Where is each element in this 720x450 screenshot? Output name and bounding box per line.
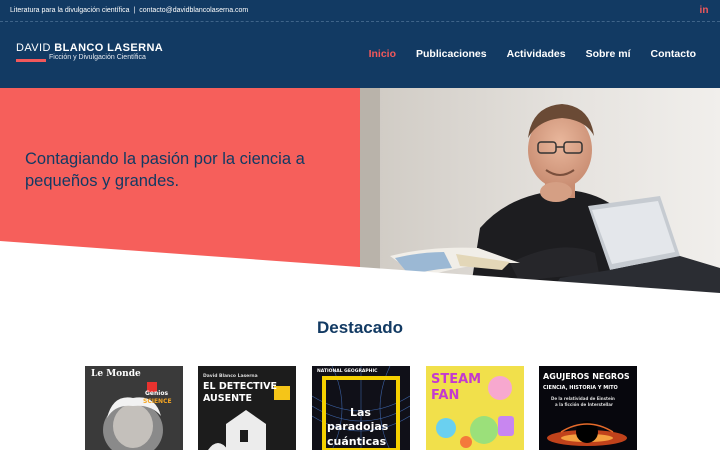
nav-inicio[interactable]: Inicio <box>369 48 396 60</box>
main-nav: Inicio Publicaciones Actividades Sobre m… <box>369 48 696 60</box>
book-4-title-2: FAN <box>431 388 460 403</box>
nav-sobre-mi[interactable]: Sobre mí <box>586 48 631 60</box>
top-bar: Literatura para la divulgación científic… <box>0 0 720 22</box>
book-3-title-2: paradojas <box>327 420 389 433</box>
book-cover-el-detective-ausente[interactable]: David Blanco Laserna EL DETECTIVE AUSENT… <box>198 366 296 450</box>
logo-tagline: Ficción y Divulgación Científica <box>49 54 146 61</box>
book-5-tagline-2: a la ficción de Interstellar <box>555 402 613 407</box>
topbar-email[interactable]: contacto@davidblancolaserna.com <box>139 7 248 14</box>
site-header: DAVID BLANCO LASERNA Ficción y Divulgaci… <box>0 22 720 88</box>
book-3-publisher: NATIONAL GEOGRAPHIC <box>317 369 378 374</box>
book-cover-agujeros-negros[interactable]: AGUJEROS NEGROS CIENCIA, HISTORIA Y MITO… <box>539 366 637 450</box>
book-5-tagline-1: De la relatividad de Einstein <box>551 396 615 401</box>
site-logo[interactable]: DAVID BLANCO LASERNA Ficción y Divulgaci… <box>16 42 163 62</box>
logo-name: DAVID BLANCO LASERNA <box>16 42 163 54</box>
book-2-author: David Blanco Laserna <box>203 374 258 379</box>
book-3-title-1: Las <box>350 406 371 419</box>
logo-last-name: BLANCO LASERNA <box>54 42 164 54</box>
book-1-science: SCIENCE <box>143 398 172 405</box>
book-1-masthead: Le Monde <box>91 369 141 379</box>
book-3-title-3: cuánticas <box>327 435 387 448</box>
book-1-genios: Genios <box>145 390 169 397</box>
hero-section: Contagiando la pasión por la ciencia a p… <box>0 88 720 293</box>
book-5-title: AGUJEROS NEGROS <box>543 372 630 381</box>
book-2-title-2: AUSENTE <box>203 393 253 404</box>
logo-underline <box>16 59 46 62</box>
topbar-info: Literatura para la divulgación científic… <box>10 7 248 14</box>
topbar-tagline: Literatura para la divulgación científic… <box>10 7 130 14</box>
topbar-separator: | <box>133 7 136 14</box>
book-5-subtitle: CIENCIA, HISTORIA Y MITO <box>543 385 618 391</box>
book-cover-las-paradojas-cuanticas[interactable]: NATIONAL GEOGRAPHIC Las paradojas cuánti… <box>312 366 410 450</box>
featured-title: Destacado <box>317 318 403 337</box>
hero-author-photo <box>360 88 720 293</box>
book-cover-genios-science[interactable]: Le Monde Genios SCIENCE <box>85 366 183 450</box>
featured-books: Le Monde Genios SCIENCE David Blanco Las… <box>85 366 645 450</box>
nav-actividades[interactable]: Actividades <box>507 48 566 60</box>
book-4-title-1: STEAM <box>431 372 482 387</box>
linkedin-icon[interactable]: in <box>698 5 710 17</box>
nav-contacto[interactable]: Contacto <box>651 48 697 60</box>
book-cover-steam-fan[interactable]: STEAM FAN <box>426 366 524 450</box>
nav-publicaciones[interactable]: Publicaciones <box>416 48 487 60</box>
logo-first-name: DAVID <box>16 42 55 54</box>
hero-headline: Contagiando la pasión por la ciencia a p… <box>25 150 305 190</box>
book-2-title-1: EL DETECTIVE <box>203 381 278 392</box>
